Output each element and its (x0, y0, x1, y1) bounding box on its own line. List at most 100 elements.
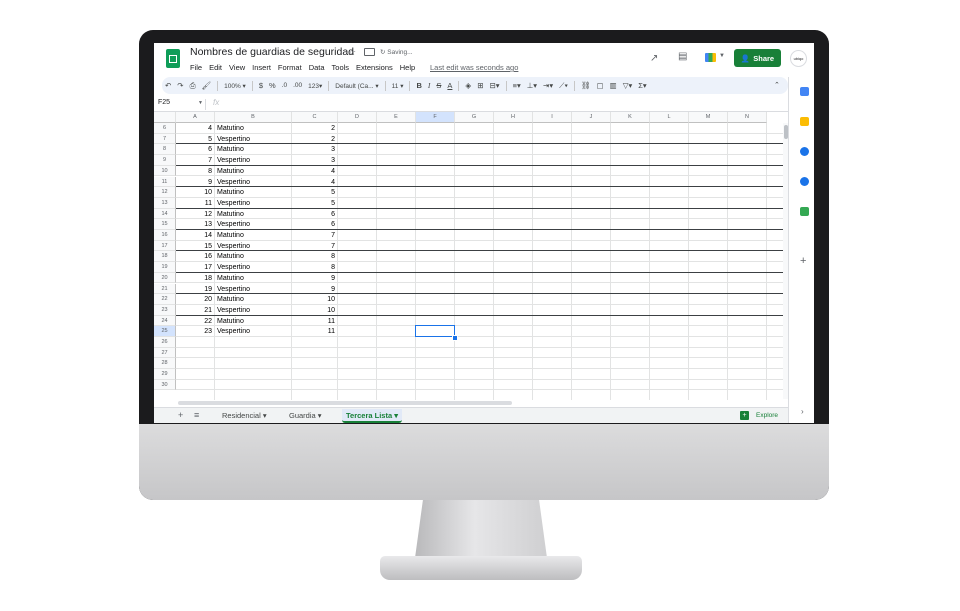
maps-icon[interactable] (800, 207, 809, 216)
cell-a[interactable]: 22 (176, 317, 212, 327)
menu-item-insert[interactable]: Insert (252, 63, 271, 72)
row-header[interactable]: 27 (154, 347, 176, 359)
cell-c[interactable]: 4 (292, 178, 335, 188)
star-icon[interactable]: ☆ (348, 47, 356, 58)
cell-a[interactable]: 12 (176, 210, 212, 220)
chevron-down-icon[interactable]: ▾ (316, 411, 322, 420)
share-button[interactable]: 👤 Share (734, 49, 781, 67)
cell-a[interactable]: 10 (176, 188, 212, 198)
chevron-down-icon[interactable]: ▾ (261, 411, 267, 420)
column-header-h[interactable]: H (494, 112, 533, 123)
chevron-down-icon[interactable]: ▾ (392, 411, 398, 420)
cell-a[interactable]: 19 (176, 285, 212, 295)
row-header[interactable]: 13 (154, 197, 176, 209)
cell-c[interactable]: 7 (292, 231, 335, 241)
increase-decimal-button[interactable]: .00 (290, 82, 305, 89)
comments-icon[interactable]: ▤ (678, 51, 687, 62)
cell-b[interactable]: Vespertino (217, 242, 250, 252)
cell-b[interactable]: Matutino (217, 252, 244, 262)
cell-a[interactable]: 11 (176, 199, 212, 209)
cell-c[interactable]: 3 (292, 145, 335, 155)
insert-comment-icon[interactable]: ▢ (594, 81, 607, 90)
text-rotation-icon[interactable]: ⟋▾ (556, 81, 571, 91)
font-family-select[interactable]: Default (Ca... ▾ (332, 82, 381, 90)
cell-b[interactable]: Vespertino (217, 306, 250, 316)
row-header[interactable]: 29 (154, 369, 176, 380)
row-header[interactable]: 17 (154, 240, 176, 252)
cell-b[interactable]: Matutino (217, 295, 244, 305)
currency-format-button[interactable]: $ (256, 81, 266, 90)
row-header[interactable]: 24 (154, 315, 176, 327)
insert-chart-icon[interactable]: ▥ (607, 81, 620, 90)
column-header-m[interactable]: M (689, 112, 728, 123)
cell-c[interactable]: 10 (292, 306, 335, 316)
cell-c[interactable]: 9 (292, 274, 335, 284)
move-folder-icon[interactable] (364, 48, 375, 56)
calendar-icon[interactable] (800, 87, 809, 96)
add-sheet-icon[interactable]: + (178, 410, 183, 420)
italic-button[interactable]: I (425, 81, 434, 90)
all-sheets-icon[interactable]: ≡ (194, 410, 199, 420)
cell-c[interactable]: 2 (292, 135, 335, 145)
menu-item-tools[interactable]: Tools (332, 63, 350, 72)
row-header[interactable]: 20 (154, 272, 176, 284)
cell-b[interactable]: Matutino (217, 231, 244, 241)
redo-icon[interactable]: ↷ (174, 81, 186, 90)
row-header[interactable]: 10 (154, 165, 176, 177)
selected-cell[interactable] (415, 325, 455, 338)
menu-item-view[interactable]: View (229, 63, 245, 72)
keep-icon[interactable] (800, 117, 809, 126)
text-color-button[interactable]: A (444, 81, 455, 90)
sheets-logo-icon[interactable] (166, 49, 180, 68)
menu-item-data[interactable]: Data (309, 63, 325, 72)
chevron-down-icon[interactable]: ▼ (719, 53, 725, 59)
cell-c[interactable]: 2 (292, 124, 335, 134)
row-header[interactable]: 15 (154, 219, 176, 230)
spreadsheet-grid[interactable]: A B C D E F G H I J K L M N 6 4 Matutino 2 7 5 Vespertino 2 8 6… (154, 112, 783, 400)
cell-b[interactable]: Vespertino (217, 199, 250, 209)
explore-button[interactable]: Explore (756, 412, 778, 419)
functions-icon[interactable]: Σ▾ (635, 81, 649, 90)
tasks-icon[interactable] (800, 147, 809, 156)
collapse-menus-icon[interactable]: ⌃ (774, 81, 780, 89)
cell-b[interactable]: Vespertino (217, 178, 250, 188)
menu-item-help[interactable]: Help (400, 63, 415, 72)
cell-c[interactable]: 8 (292, 263, 335, 273)
cell-a[interactable]: 16 (176, 252, 212, 262)
cell-a[interactable]: 7 (176, 156, 212, 166)
cell-b[interactable]: Vespertino (217, 285, 250, 295)
bold-button[interactable]: B (413, 81, 424, 90)
row-header[interactable]: 7 (154, 133, 176, 145)
column-header-f[interactable]: F (416, 112, 455, 123)
decrease-decimal-button[interactable]: .0 (279, 82, 290, 89)
cell-c[interactable]: 10 (292, 295, 335, 305)
row-header[interactable]: 22 (154, 294, 176, 305)
menu-item-extensions[interactable]: Extensions (356, 63, 393, 72)
cell-b[interactable]: Matutino (217, 188, 244, 198)
column-header-a[interactable]: A (176, 112, 215, 123)
cell-c[interactable]: 6 (292, 220, 335, 230)
insert-link-icon[interactable]: ⛓ (578, 81, 594, 90)
row-header[interactable]: 21 (154, 283, 176, 295)
cell-b[interactable]: Matutino (217, 317, 244, 327)
avatar[interactable]: ubiqo (790, 50, 807, 67)
column-header-c[interactable]: C (292, 112, 338, 123)
cell-b[interactable]: Vespertino (217, 263, 250, 273)
cell-a[interactable]: 6 (176, 145, 212, 155)
column-header-j[interactable]: J (572, 112, 611, 123)
font-size-select[interactable]: 11 ▾ (389, 82, 407, 90)
row-header[interactable]: 14 (154, 208, 176, 220)
row-header[interactable]: 23 (154, 304, 176, 316)
cell-b[interactable]: Vespertino (217, 156, 250, 166)
cell-a[interactable]: 18 (176, 274, 212, 284)
more-formats-select[interactable]: 123▾ (305, 82, 325, 90)
row-header[interactable]: 26 (154, 337, 176, 348)
chevron-right-icon[interactable]: › (801, 407, 804, 416)
undo-icon[interactable]: ↶ (162, 81, 174, 90)
cell-b[interactable]: Vespertino (217, 135, 250, 145)
cell-a[interactable]: 9 (176, 178, 212, 188)
row-header[interactable]: 6 (154, 123, 176, 134)
column-header-e[interactable]: E (377, 112, 416, 123)
menu-item-edit[interactable]: Edit (209, 63, 222, 72)
row-header[interactable]: 9 (154, 155, 176, 166)
